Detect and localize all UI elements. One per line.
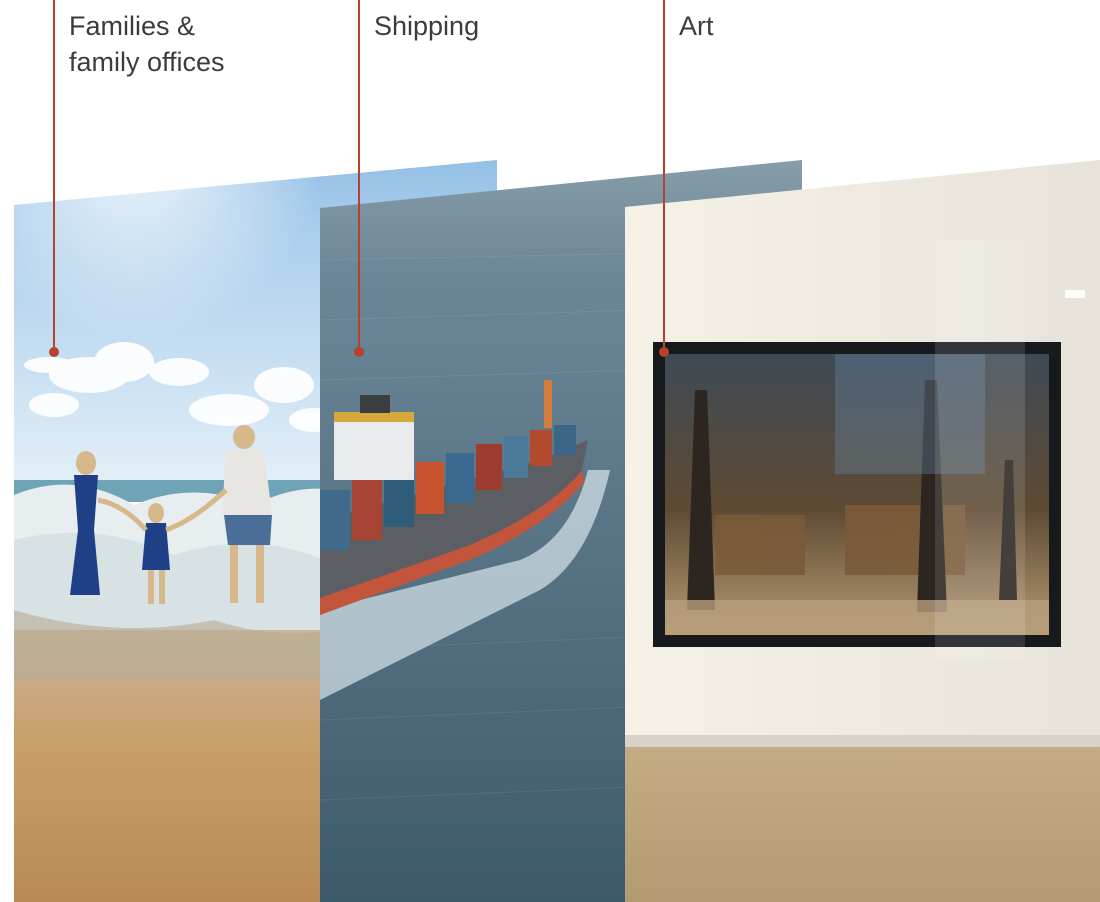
art-callout-dot [659, 347, 669, 357]
families-callout-dot [49, 347, 59, 357]
sector-showcase: Families & family offices Shipping Art [0, 0, 1100, 902]
families-label[interactable]: Families & family offices [69, 8, 299, 80]
shipping-callout-dot [354, 347, 364, 357]
art-image-panel[interactable] [625, 160, 1100, 902]
shipping-label[interactable]: Shipping [374, 8, 604, 44]
art-label[interactable]: Art [679, 8, 909, 44]
art-callout-line [663, 0, 665, 352]
families-callout-line [53, 0, 55, 352]
shipping-callout-line [358, 0, 360, 352]
framed-artwork-image [625, 160, 1100, 902]
